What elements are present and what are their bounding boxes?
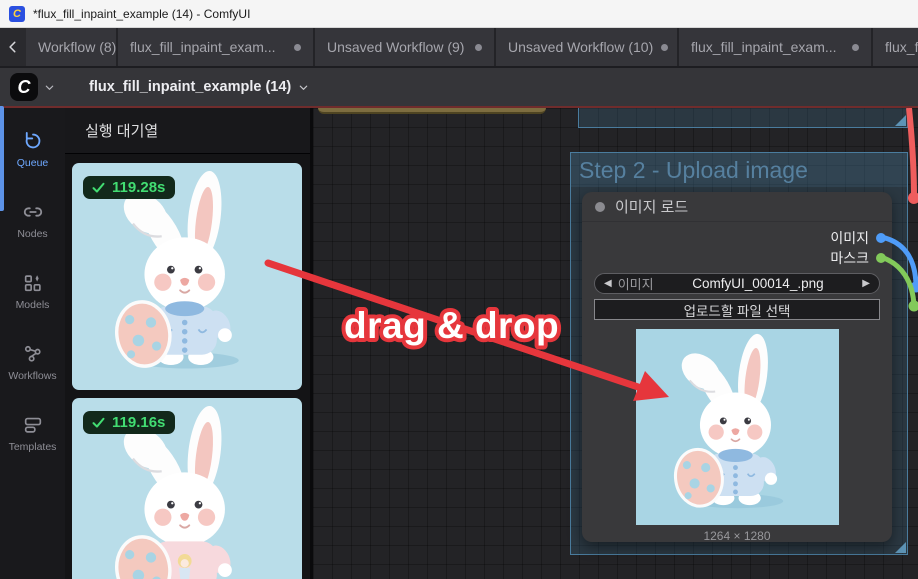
tab-flux-fill-partial[interactable]: flux_fi [873, 28, 918, 66]
tab-unsaved-workflow-10[interactable]: Unsaved Workflow (10) [496, 28, 679, 66]
tab-flux-fill-inpaint-2[interactable]: flux_fill_inpaint_exam... [679, 28, 873, 66]
title-bar: C *flux_fill_inpaint_example (14) - Comf… [0, 0, 918, 28]
sidebar-item-label: Models [16, 299, 50, 311]
output-row-image: 이미지 [582, 228, 892, 248]
duration-text: 119.16s [112, 414, 165, 431]
checkmark-icon [91, 180, 106, 195]
sidebar-item-queue[interactable]: Queue [0, 118, 65, 180]
image-dimensions-label: 1264 × 1280 [582, 529, 892, 543]
tab-unsaved-workflow-9[interactable]: Unsaved Workflow (9) [315, 28, 496, 66]
comfyui-window: C *flux_fill_inpaint_example (14) - Comf… [0, 0, 918, 579]
tab-label: Workflow (8) [38, 39, 116, 55]
group-resize-handle[interactable] [895, 542, 906, 553]
tab-label: Unsaved Workflow (9) [327, 39, 464, 55]
preview-bunny-blue-jacket [636, 329, 839, 525]
duration-text: 119.28s [112, 179, 165, 196]
workflow-name-dropdown[interactable]: flux_fill_inpaint_example (14) [89, 79, 309, 95]
node-collapse-dot[interactable] [595, 202, 605, 212]
queue-panel-header: 실행 대기열 [65, 108, 310, 154]
node-image-preview[interactable] [636, 329, 839, 525]
duration-badge: 119.16s [83, 411, 175, 434]
node-outputs: 이미지 마스크 [582, 228, 892, 268]
workflows-graph-icon [22, 343, 44, 365]
group-header[interactable]: Step 2 - Upload image [571, 153, 907, 187]
checkmark-icon [91, 415, 106, 430]
combo-value: ComfyUI_00014_.png [660, 276, 857, 291]
nodes-link-icon [22, 201, 44, 223]
group-resize-handle[interactable] [895, 115, 906, 126]
tab-label: flux_fill_inpaint_exam... [130, 39, 276, 55]
tab-workflow-8[interactable]: Workflow (8) [26, 28, 118, 66]
tab-flux-fill-inpaint-1[interactable]: flux_fill_inpaint_exam... [118, 28, 315, 66]
output-label: 이미지 [830, 228, 869, 248]
sidebar-item-models[interactable]: Models [0, 260, 65, 322]
red-link-wire [909, 108, 914, 198]
tab-label: flux_fi [885, 39, 918, 55]
models-boxes-icon [22, 272, 44, 294]
sidebar-item-templates[interactable]: Templates [0, 402, 65, 464]
logo-menu-chevron-down-icon[interactable] [44, 82, 55, 93]
node-canvas[interactable]: Step 2 - Upload image 이미지 로드 이미지 마스크 [313, 108, 918, 579]
comfyui-app-icon: C [9, 6, 25, 22]
chevron-left-icon [6, 40, 20, 54]
chevron-down-icon [298, 82, 309, 93]
unsaved-dot-icon [294, 44, 301, 51]
sidebar-item-label: Workflows [8, 370, 56, 382]
node-title-bar[interactable]: 이미지 로드 [582, 192, 892, 222]
sidebar-item-label: Queue [17, 157, 49, 169]
unsaved-dot-icon [661, 44, 668, 51]
group-title: Step 2 - Upload image [571, 155, 816, 186]
load-image-node[interactable]: 이미지 로드 이미지 마스크 ◀ 이미지 ComfyUI_00014_.png … [582, 192, 892, 542]
sidebar-item-label: Nodes [17, 228, 47, 240]
group-box-partial-top[interactable] [578, 108, 908, 128]
sidebar-item-label: Templates [9, 441, 57, 453]
queue-result-item-2[interactable]: 119.16s [72, 398, 302, 579]
sidebar: Queue Nodes Models Workflows Templates [0, 108, 65, 579]
tab-label: Unsaved Workflow (10) [508, 39, 653, 55]
output-port-image[interactable] [876, 233, 886, 243]
image-combo-widget[interactable]: ◀ 이미지 ComfyUI_00014_.png ▶ [594, 273, 880, 294]
duration-badge: 119.28s [83, 176, 175, 199]
output-row-mask: 마스크 [582, 248, 892, 268]
templates-layout-icon [22, 414, 44, 436]
workflow-tab-bar: Workflow (8) flux_fill_inpaint_exam... U… [0, 28, 918, 68]
unsaved-dot-icon [852, 44, 859, 51]
tab-label: flux_fill_inpaint_exam... [691, 39, 837, 55]
sidebar-item-workflows[interactable]: Workflows [0, 331, 65, 393]
node-title: 이미지 로드 [615, 196, 688, 217]
comfyui-logo[interactable]: C [10, 73, 38, 101]
queue-history-icon [22, 130, 44, 152]
combo-label: 이미지 [618, 274, 654, 293]
workflow-name: flux_fill_inpaint_example (14) [89, 79, 291, 95]
combo-next-arrow-icon[interactable]: ▶ [862, 278, 870, 289]
output-port-mask[interactable] [876, 253, 886, 263]
window-title: *flux_fill_inpaint_example (14) - ComfyU… [33, 7, 250, 21]
offscreen-node-bottom-edge [318, 108, 546, 114]
queue-panel-title: 실행 대기열 [85, 120, 158, 141]
app-header: C flux_fill_inpaint_example (14) [0, 68, 918, 108]
queue-panel: 실행 대기열 119.28s 119.16s [65, 108, 310, 579]
red-link-dot [908, 192, 918, 204]
output-label: 마스크 [830, 248, 869, 268]
combo-prev-arrow-icon[interactable]: ◀ [604, 278, 612, 289]
upload-file-button[interactable]: 업로드할 파일 선택 [594, 299, 880, 320]
unsaved-dot-icon [475, 44, 482, 51]
image-link-dot [911, 282, 918, 293]
queue-result-item-1[interactable]: 119.28s [72, 163, 302, 390]
sidebar-item-nodes[interactable]: Nodes [0, 189, 65, 251]
tab-overflow-left-button[interactable] [0, 28, 26, 66]
mask-link-dot [909, 301, 918, 312]
